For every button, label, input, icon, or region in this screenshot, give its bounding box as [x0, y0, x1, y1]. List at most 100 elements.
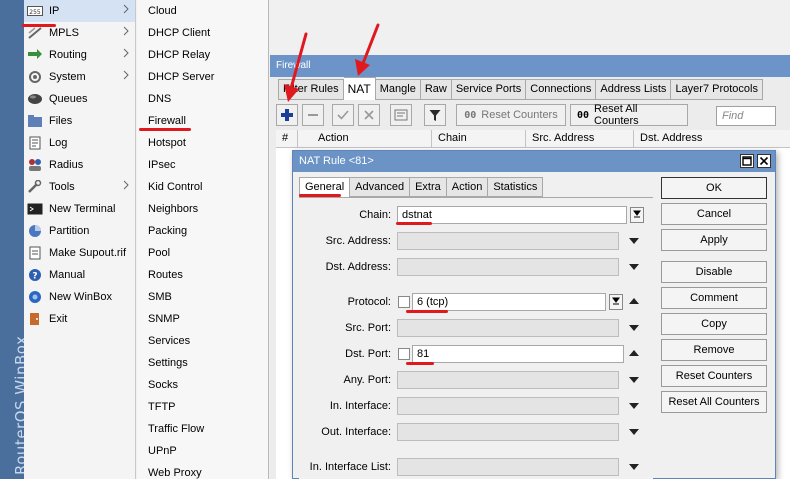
find-input[interactable]: Find	[716, 106, 776, 126]
menu-item-routing[interactable]: Routing	[24, 44, 135, 66]
winbox-icon	[27, 290, 43, 304]
tab-connections[interactable]: Connections	[526, 79, 597, 100]
menu-item-log[interactable]: Log	[24, 132, 135, 154]
submenu-item-services[interactable]: Services	[137, 330, 268, 352]
remove-rule-button[interactable]: Remove	[661, 339, 767, 361]
dst-port-input[interactable]: 81	[412, 345, 624, 363]
filter-button[interactable]	[424, 104, 446, 126]
submenu-item-socks[interactable]: Socks	[137, 374, 268, 396]
menu-item-new-terminal[interactable]: New Terminal	[24, 198, 135, 220]
menu-item-files[interactable]: Files	[24, 110, 135, 132]
dst-port-collapse-icon[interactable]	[629, 350, 639, 356]
tab-address-lists[interactable]: Address Lists	[596, 79, 672, 100]
enable-button[interactable]	[332, 104, 354, 126]
submenu-item-neighbors[interactable]: Neighbors	[137, 198, 268, 220]
submenu-item-snmp[interactable]: SNMP	[137, 308, 268, 330]
dialog-titlebar: NAT Rule <81>	[293, 151, 775, 172]
col-dst-address[interactable]: Dst. Address	[634, 130, 790, 148]
menu-item-exit[interactable]: Exit	[24, 308, 135, 330]
dialog-tab-action[interactable]: Action	[446, 177, 489, 197]
submenu-item-dns[interactable]: DNS	[137, 88, 268, 110]
menu-item-new-winbox[interactable]: New WinBox	[24, 286, 135, 308]
col-src-address[interactable]: Src. Address	[526, 130, 634, 148]
chain-select[interactable]: dstnat	[397, 206, 627, 224]
any-port-input[interactable]	[397, 371, 619, 389]
in-interface-list-input[interactable]	[397, 458, 619, 476]
dialog-tab-advanced[interactable]: Advanced	[350, 177, 411, 197]
src-port-input[interactable]	[397, 319, 619, 337]
submenu-item-dhcp-relay[interactable]: DHCP Relay	[137, 44, 268, 66]
col-number[interactable]: #	[276, 130, 298, 148]
protocol-select[interactable]: 6 (tcp)	[412, 293, 606, 311]
tab-nat[interactable]: NAT	[343, 77, 376, 100]
any-port-expand-icon[interactable]	[629, 377, 639, 383]
submenu-item-pool[interactable]: Pool	[137, 242, 268, 264]
protocol-negate-checkbox[interactable]	[398, 296, 410, 308]
menu-item-make-supout-rif[interactable]: Make Supout.rif	[24, 242, 135, 264]
submenu-item-smb[interactable]: SMB	[137, 286, 268, 308]
submenu-item-traffic-flow[interactable]: Traffic Flow	[137, 418, 268, 440]
close-icon[interactable]	[757, 154, 771, 168]
comment-rule-button[interactable]: Comment	[661, 287, 767, 309]
tab-raw[interactable]: Raw	[420, 79, 452, 100]
protocol-dropdown-button[interactable]	[609, 294, 623, 310]
submenu-item-settings[interactable]: Settings	[137, 352, 268, 374]
menu-item-radius[interactable]: Radius	[24, 154, 135, 176]
add-button[interactable]	[276, 104, 298, 126]
submenu-item-hotspot[interactable]: Hotspot	[137, 132, 268, 154]
col-action[interactable]: Action	[298, 130, 432, 148]
dst-address-input[interactable]	[397, 258, 619, 276]
maximize-icon[interactable]	[740, 154, 754, 168]
tab-service-ports[interactable]: Service Ports	[451, 79, 527, 100]
menu-item-queues[interactable]: Queues	[24, 88, 135, 110]
protocol-collapse-icon[interactable]	[629, 298, 639, 304]
menu-item-partition[interactable]: Partition	[24, 220, 135, 242]
menu-item-label: Queues	[49, 93, 88, 105]
src-port-expand-icon[interactable]	[629, 325, 639, 331]
disable-button[interactable]	[358, 104, 380, 126]
copy-button[interactable]: Copy	[661, 313, 767, 335]
submenu-item-cloud[interactable]: Cloud	[137, 0, 268, 22]
reset-all-counters-label: Reset All Counters	[594, 103, 639, 127]
menu-item-manual[interactable]: ? Manual	[24, 264, 135, 286]
menu-item-ip[interactable]: 255 IP	[24, 0, 135, 22]
disable-rule-button[interactable]: Disable	[661, 261, 767, 283]
tab-mangle[interactable]: Mangle	[375, 79, 421, 100]
reset-counters-button[interactable]: 00 Reset Counters	[456, 104, 566, 126]
out-interface-expand-icon[interactable]	[629, 429, 639, 435]
chain-dropdown-button[interactable]	[630, 207, 644, 223]
submenu-item-dhcp-server[interactable]: DHCP Server	[137, 66, 268, 88]
src-address-expand-icon[interactable]	[629, 238, 639, 244]
dialog-tab-statistics[interactable]: Statistics	[488, 177, 544, 197]
dst-address-row: Dst. Address:	[299, 258, 653, 276]
submenu-item-ipsec[interactable]: IPsec	[137, 154, 268, 176]
remove-button[interactable]	[302, 104, 324, 126]
submenu-item-dhcp-client[interactable]: DHCP Client	[137, 22, 268, 44]
submenu-item-routes[interactable]: Routes	[137, 264, 268, 286]
menu-item-system[interactable]: System	[24, 66, 135, 88]
dialog-reset-counters-button[interactable]: Reset Counters	[661, 365, 767, 387]
tab-layer7-protocols[interactable]: Layer7 Protocols	[671, 79, 763, 100]
dst-port-row: Dst. Port: 81	[299, 345, 653, 363]
menu-item-tools[interactable]: Tools	[24, 176, 135, 198]
submenu-item-packing[interactable]: Packing	[137, 220, 268, 242]
col-chain[interactable]: Chain	[432, 130, 526, 148]
dialog-tab-extra[interactable]: Extra	[410, 177, 447, 197]
out-interface-input[interactable]	[397, 423, 619, 441]
in-interface-expand-icon[interactable]	[629, 403, 639, 409]
submenu-item-web-proxy[interactable]: Web Proxy	[137, 462, 268, 479]
dialog-reset-all-counters-button[interactable]: Reset All Counters	[661, 391, 767, 413]
dst-address-expand-icon[interactable]	[629, 264, 639, 270]
apply-button[interactable]: Apply	[661, 229, 767, 251]
submenu-item-kid-control[interactable]: Kid Control	[137, 176, 268, 198]
ok-button[interactable]: OK	[661, 177, 767, 199]
submenu-item-tftp[interactable]: TFTP	[137, 396, 268, 418]
submenu-item-upnp[interactable]: UPnP	[137, 440, 268, 462]
cancel-button[interactable]: Cancel	[661, 203, 767, 225]
src-address-input[interactable]	[397, 232, 619, 250]
dst-port-negate-checkbox[interactable]	[398, 348, 410, 360]
reset-all-counters-button[interactable]: 00 Reset All Counters	[570, 103, 688, 127]
in-interface-input[interactable]	[397, 397, 619, 415]
comment-button[interactable]	[390, 104, 412, 126]
in-interface-list-expand-icon[interactable]	[629, 464, 639, 470]
